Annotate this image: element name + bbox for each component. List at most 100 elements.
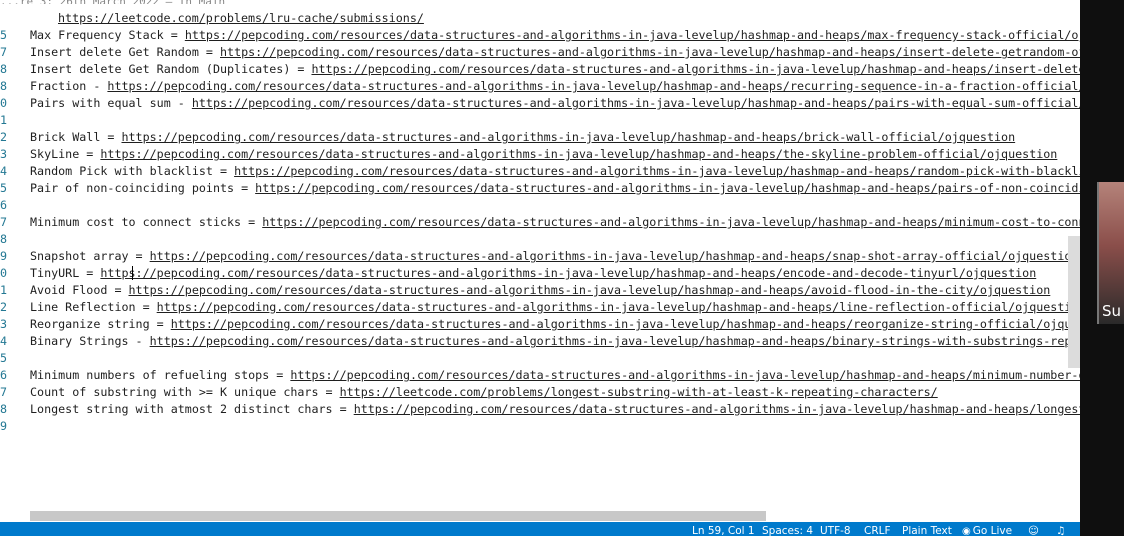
line-url-link[interactable]: https://pepcoding.com/resources/data-str… xyxy=(171,317,1080,331)
feedback-icon[interactable]: ☺ xyxy=(1028,522,1039,537)
line-url-link[interactable]: https://pepcoding.com/resources/data-str… xyxy=(262,215,1080,229)
line-number: 7 xyxy=(0,385,8,399)
line-label: Fraction - xyxy=(30,79,108,93)
line-url-link[interactable]: https://pepcoding.com/resources/data-str… xyxy=(129,283,1051,297)
line-number: 5 xyxy=(0,181,8,195)
scrolled-header-fragment: ...re 3: 26th March 2022 — In Main xyxy=(0,0,1080,4)
line-number: 2 xyxy=(0,300,8,314)
editor-line[interactable]: 9 xyxy=(0,418,1080,435)
line-text[interactable]: Reorganize string = https://pepcoding.co… xyxy=(30,316,1080,333)
line-text[interactable]: TinyURL = https://pepcoding.com/resource… xyxy=(30,265,1036,282)
line-url-link[interactable]: https://pepcoding.com/resources/data-str… xyxy=(150,334,1080,348)
editor-line[interactable]: 9 Snapshot array = https://pepcoding.com/… xyxy=(0,248,1080,265)
editor-line[interactable]: 0 TinyURL = https://pepcoding.com/resourc… xyxy=(0,265,1080,282)
line-url-link[interactable]: https://pepcoding.com/resources/data-str… xyxy=(100,266,1036,280)
line-label: Binary Strings - xyxy=(30,334,150,348)
line-url-link[interactable]: https://pepcoding.com/resources/data-str… xyxy=(290,368,1080,382)
line-number: 3 xyxy=(0,317,8,331)
line-url-link[interactable]: https://pepcoding.com/resources/data-str… xyxy=(234,164,1080,178)
line-number: 1 xyxy=(0,113,8,127)
editor-line[interactable]: 7 Insert delete Get Random = https://pepc… xyxy=(0,44,1080,61)
language-mode[interactable]: Plain Text xyxy=(902,522,952,537)
line-text[interactable]: Insert delete Get Random = https://pepco… xyxy=(30,44,1080,61)
line-url-link[interactable]: https://pepcoding.com/resources/data-str… xyxy=(157,300,1080,314)
editor-line[interactable]: 7 Minimum cost to connect sticks = https:… xyxy=(0,214,1080,231)
line-number: 4 xyxy=(0,334,8,348)
line-url-link[interactable]: https://leetcode.com/problems/lru-cache/… xyxy=(58,11,424,25)
cursor-position[interactable]: Ln 59, Col 1 xyxy=(692,522,755,537)
line-url-link[interactable]: https://pepcoding.com/resources/data-str… xyxy=(150,249,1079,263)
editor-pane[interactable]: ...re 3: 26th March 2022 — In Main https… xyxy=(0,0,1080,522)
editor-line[interactable]: 8 Longest string with atmost 2 distinct c… xyxy=(0,401,1080,418)
editor-line[interactable]: 8 Fraction - https://pepcoding.com/resour… xyxy=(0,78,1080,95)
indentation-setting[interactable]: Spaces: 4 xyxy=(762,522,813,537)
line-text[interactable]: Brick Wall = https://pepcoding.com/resou… xyxy=(30,129,1015,146)
line-text[interactable]: https://leetcode.com/problems/lru-cache/… xyxy=(58,10,424,27)
editor-line[interactable]: 2 Brick Wall = https://pepcoding.com/reso… xyxy=(0,129,1080,146)
line-text[interactable]: Avoid Flood = https://pepcoding.com/reso… xyxy=(30,282,1050,299)
status-bar: Ln 59, Col 1 Spaces: 4 UTF-8 CRLF Plain … xyxy=(0,522,1080,537)
line-url-link[interactable]: https://pepcoding.com/resources/data-str… xyxy=(255,181,1080,195)
line-label: Random Pick with blacklist = xyxy=(30,164,235,178)
line-text[interactable]: Snapshot array = https://pepcoding.com/r… xyxy=(30,248,1078,265)
line-text[interactable]: Binary Strings - https://pepcoding.com/r… xyxy=(30,333,1080,350)
line-number: 5 xyxy=(0,28,8,42)
bell-icon[interactable]: ♫ xyxy=(1056,522,1065,537)
line-url-link[interactable]: https://pepcoding.com/resources/data-str… xyxy=(107,79,1080,93)
line-label: Brick Wall = xyxy=(30,130,122,144)
editor-line[interactable]: 3 Reorganize string = https://pepcoding.c… xyxy=(0,316,1080,333)
line-number: 5 xyxy=(0,351,8,365)
line-label: Avoid Flood = xyxy=(30,283,129,297)
line-url-link[interactable]: https://pepcoding.com/resources/data-str… xyxy=(220,45,1080,59)
line-url-link[interactable]: https://leetcode.com/problems/longest-su… xyxy=(340,385,938,399)
vertical-scrollbar[interactable] xyxy=(1068,236,1080,368)
line-text[interactable]: SkyLine = https://pepcoding.com/resource… xyxy=(30,146,1057,163)
line-number: 3 xyxy=(0,147,8,161)
editor-line[interactable]: 5 xyxy=(0,350,1080,367)
line-text[interactable]: Longest string with atmost 2 distinct ch… xyxy=(30,401,1080,418)
line-text[interactable]: Pair of non-coinciding points = https://… xyxy=(30,180,1080,197)
line-number: 8 xyxy=(0,402,8,416)
editor-line[interactable]: 0 Pairs with equal sum - https://pepcodin… xyxy=(0,95,1080,112)
line-label: TinyURL = xyxy=(30,266,101,280)
line-text[interactable]: Count of substring with >= K unique char… xyxy=(30,384,938,401)
editor-line[interactable]: 1 Avoid Flood = https://pepcoding.com/res… xyxy=(0,282,1080,299)
line-text[interactable]: Random Pick with blacklist = https://pep… xyxy=(30,163,1080,180)
encoding-setting[interactable]: UTF-8 xyxy=(820,522,851,537)
line-url-link[interactable]: https://pepcoding.com/resources/data-str… xyxy=(121,130,1015,144)
line-text[interactable]: Fraction - https://pepcoding.com/resourc… xyxy=(30,78,1080,95)
editor-line[interactable]: 8 xyxy=(0,231,1080,248)
editor-line[interactable]: 2 Line Reflection = https://pepcoding.com… xyxy=(0,299,1080,316)
line-url-link[interactable]: https://pepcoding.com/resources/data-str… xyxy=(100,147,1057,161)
go-live-button[interactable]: ◉ Go Live xyxy=(962,522,1012,537)
line-text[interactable]: Pairs with equal sum - https://pepcoding… xyxy=(30,95,1080,112)
editor-line[interactable]: 4 Binary Strings - https://pepcoding.com/… xyxy=(0,333,1080,350)
editor-line[interactable]: 5 Pair of non-coinciding points = https:/… xyxy=(0,180,1080,197)
line-text[interactable]: Insert delete Get Random (Duplicates) = … xyxy=(30,61,1080,78)
line-url-link[interactable]: https://pepcoding.com/resources/data-str… xyxy=(185,28,1080,42)
editor-line[interactable]: 7 Count of substring with >= K unique cha… xyxy=(0,384,1080,401)
editor-line[interactable]: 6 xyxy=(0,197,1080,214)
editor-line[interactable]: 3 SkyLine = https://pepcoding.com/resourc… xyxy=(0,146,1080,163)
line-url-link[interactable]: https://pepcoding.com/resources/data-str… xyxy=(311,62,1080,76)
participant-name: Su xyxy=(1102,302,1122,320)
line-url-link[interactable]: https://pepcoding.com/resources/data-str… xyxy=(354,402,1080,416)
eol-setting[interactable]: CRLF xyxy=(864,522,891,537)
editor-line[interactable]: 1 xyxy=(0,112,1080,129)
editor-line[interactable]: 8 Insert delete Get Random (Duplicates) =… xyxy=(0,61,1080,78)
broadcast-icon: ◉ xyxy=(962,526,971,537)
line-text[interactable]: Line Reflection = https://pepcoding.com/… xyxy=(30,299,1080,316)
line-text[interactable]: Max Frequency Stack = https://pepcoding.… xyxy=(30,27,1080,44)
editor-line[interactable]: 5 Max Frequency Stack = https://pepcoding… xyxy=(0,27,1080,44)
line-label: Snapshot array = xyxy=(30,249,150,263)
editor-line[interactable]: 4 Random Pick with blacklist = https://pe… xyxy=(0,163,1080,180)
line-number: 8 xyxy=(0,232,8,246)
editor-line[interactable]: https://leetcode.com/problems/lru-cache/… xyxy=(0,10,1080,27)
line-text[interactable]: Minimum numbers of refueling stops = htt… xyxy=(30,367,1080,384)
line-text[interactable]: Minimum cost to connect sticks = https:/… xyxy=(30,214,1080,231)
text-cursor xyxy=(132,266,133,280)
editor-line[interactable]: 6 Minimum numbers of refueling stops = ht… xyxy=(0,367,1080,384)
horizontal-scrollbar[interactable] xyxy=(30,511,766,521)
line-number: 8 xyxy=(0,79,8,93)
line-url-link[interactable]: https://pepcoding.com/resources/data-str… xyxy=(192,96,1080,110)
